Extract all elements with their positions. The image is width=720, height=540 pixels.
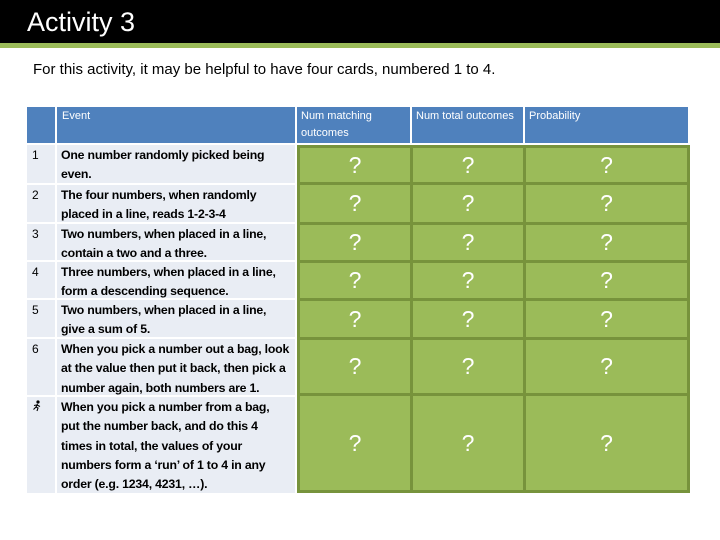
answer-cell-probability[interactable]: ? bbox=[526, 185, 687, 222]
title-bar: Activity 3 bbox=[0, 0, 720, 43]
title-accent-line bbox=[0, 43, 720, 48]
answer-cell-total[interactable]: ? bbox=[413, 301, 523, 337]
answer-cell-total[interactable]: ? bbox=[413, 340, 523, 393]
row-number: 2 bbox=[27, 185, 55, 222]
row-number: 4 bbox=[27, 262, 55, 298]
slide-title: Activity 3 bbox=[27, 7, 136, 37]
answer-cell-probability[interactable]: ? bbox=[526, 263, 687, 298]
row-event: When you pick a number from a bag, put t… bbox=[57, 397, 295, 493]
answer-cell-matching[interactable]: ? bbox=[300, 185, 410, 222]
row-number bbox=[27, 397, 55, 493]
answer-cell-probability[interactable]: ? bbox=[526, 396, 687, 490]
row-event: Three numbers, when placed in a line, fo… bbox=[57, 262, 295, 298]
header-total: Num total outcomes bbox=[412, 107, 523, 143]
answer-cell-matching[interactable]: ? bbox=[300, 263, 410, 298]
header-number bbox=[27, 107, 55, 143]
answer-cell-total[interactable]: ? bbox=[413, 263, 523, 298]
answer-cell-matching[interactable]: ? bbox=[300, 396, 410, 490]
slide-subtitle: For this activity, it may be helpful to … bbox=[33, 61, 496, 78]
answer-cell-total[interactable]: ? bbox=[413, 148, 523, 182]
answer-cell-total[interactable]: ? bbox=[413, 225, 523, 260]
answer-cell-total[interactable]: ? bbox=[413, 396, 523, 490]
answer-cell-probability[interactable]: ? bbox=[526, 340, 687, 393]
row-event: Two numbers, when placed in a line, cont… bbox=[57, 224, 295, 260]
answer-cell-probability[interactable]: ? bbox=[526, 301, 687, 337]
row-number: 6 bbox=[27, 339, 55, 395]
answer-cell-matching[interactable]: ? bbox=[300, 148, 410, 182]
answer-cell-matching[interactable]: ? bbox=[300, 301, 410, 337]
row-event: The four numbers, when randomly placed i… bbox=[57, 185, 295, 222]
answer-grid: ? ? ? ? ? ? ? ? ? ? ? ? ? ? ? ? ? ? ? ? … bbox=[297, 145, 690, 493]
runner-icon bbox=[32, 400, 42, 415]
answer-cell-matching[interactable]: ? bbox=[300, 340, 410, 393]
row-event: Two numbers, when placed in a line, give… bbox=[57, 300, 295, 337]
answer-cell-total[interactable]: ? bbox=[413, 185, 523, 222]
answer-cell-probability[interactable]: ? bbox=[526, 225, 687, 260]
row-event: One number randomly picked being even. bbox=[57, 145, 295, 183]
row-number: 3 bbox=[27, 224, 55, 260]
row-number: 5 bbox=[27, 300, 55, 337]
row-number: 1 bbox=[27, 145, 55, 183]
answer-cell-matching[interactable]: ? bbox=[300, 225, 410, 260]
answer-cell-probability[interactable]: ? bbox=[526, 148, 687, 182]
header-matching: Num matching outcomes bbox=[297, 107, 410, 143]
header-probability: Probability bbox=[525, 107, 688, 143]
row-event: When you pick a number out a bag, look a… bbox=[57, 339, 295, 395]
header-event: Event bbox=[57, 107, 295, 143]
